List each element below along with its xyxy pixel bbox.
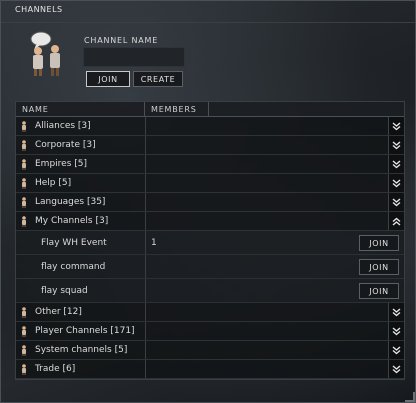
channel-group-row[interactable]: Alliances [3] — [16, 117, 404, 136]
expand-chevron-icon[interactable] — [388, 341, 404, 359]
person-icon — [21, 363, 27, 375]
column-divider — [145, 303, 146, 321]
channel-group-row[interactable]: Other [12] — [16, 303, 404, 322]
channel-name: flay squad — [41, 285, 88, 296]
channel-name: flay command — [41, 261, 106, 272]
column-divider — [145, 322, 146, 340]
channel-group-label: Trade [6] — [35, 364, 76, 374]
expand-chevron-icon[interactable] — [388, 117, 404, 135]
channel-table: NAME MEMBERS Alliances [3] Corporate [3] E… — [15, 101, 405, 380]
column-divider — [145, 341, 146, 359]
channel-group-row[interactable]: Languages [35] — [16, 193, 404, 212]
channel-group-label: Other [12] — [35, 307, 82, 317]
channel-join-button[interactable]: JOIN — [359, 259, 399, 275]
column-divider — [145, 136, 146, 154]
channel-group-label: Player Channels [171] — [35, 326, 135, 336]
channel-name: Flay WH Event — [41, 237, 107, 248]
channel-group-row[interactable]: Help [5] — [16, 174, 404, 193]
channel-group-label: My Channels [3] — [35, 216, 109, 226]
column-divider — [145, 255, 146, 278]
expand-chevron-icon[interactable] — [388, 360, 404, 378]
person-icon — [21, 196, 27, 208]
channel-header: CHANNEL NAME JOIN CREATE — [1, 1, 415, 87]
expand-chevron-icon[interactable] — [388, 322, 404, 340]
channel-group-row[interactable]: Player Channels [171] — [16, 322, 404, 341]
column-header-name[interactable]: NAME — [16, 102, 145, 116]
resize-handle[interactable] — [405, 392, 415, 402]
channel-row[interactable]: flay squad JOIN — [16, 279, 404, 303]
channel-group-row[interactable]: My Channels [3] — [16, 212, 404, 231]
table-header: NAME MEMBERS — [16, 102, 404, 117]
expand-chevron-icon[interactable] — [388, 136, 404, 154]
channel-row[interactable]: flay command JOIN — [16, 255, 404, 279]
person-icon — [21, 120, 27, 132]
channel-join-button[interactable]: JOIN — [359, 283, 399, 299]
column-divider — [145, 360, 146, 378]
person-icon — [21, 177, 27, 189]
channel-join-button[interactable]: JOIN — [359, 235, 399, 251]
expand-chevron-icon[interactable] — [388, 193, 404, 211]
channel-group-label: System channels [5] — [35, 345, 128, 355]
person-icon — [21, 139, 27, 151]
channel-group-label: Help [5] — [35, 178, 72, 188]
channels-window: CHANNELS CHANNEL NAME JOIN CREATE NAME M… — [0, 0, 416, 403]
channel-name-label: CHANNEL NAME — [84, 36, 159, 45]
person-icon — [21, 306, 27, 318]
channel-group-label: Corporate [3] — [35, 140, 96, 150]
collapse-chevron-icon[interactable] — [388, 212, 404, 230]
column-divider — [145, 155, 146, 173]
channel-group-row[interactable]: Trade [6] — [16, 360, 404, 379]
person-icon — [21, 344, 27, 356]
expand-chevron-icon[interactable] — [388, 174, 404, 192]
join-button[interactable]: JOIN — [86, 71, 130, 87]
expand-chevron-icon[interactable] — [388, 303, 404, 321]
column-divider — [145, 193, 146, 211]
person-icon — [21, 215, 27, 227]
column-divider — [145, 279, 146, 302]
column-divider — [145, 212, 146, 230]
channel-group-row[interactable]: System channels [5] — [16, 341, 404, 360]
column-divider — [145, 174, 146, 192]
column-divider — [145, 117, 146, 135]
create-button[interactable]: CREATE — [133, 71, 183, 87]
channel-group-label: Alliances [3] — [35, 121, 91, 131]
channel-group-label: Empires [5] — [35, 159, 88, 169]
channel-members-count: 1 — [151, 237, 157, 248]
column-divider — [145, 231, 146, 254]
channel-group-row[interactable]: Corporate [3] — [16, 136, 404, 155]
column-header-members[interactable]: MEMBERS — [145, 102, 209, 116]
channel-row[interactable]: Flay WH Event 1 JOIN — [16, 231, 404, 255]
channel-people-icon — [26, 29, 76, 77]
person-icon — [21, 158, 27, 170]
channel-group-row[interactable]: Empires [5] — [16, 155, 404, 174]
channel-list: Alliances [3] Corporate [3] Empires [5] Hel… — [16, 117, 404, 379]
expand-chevron-icon[interactable] — [388, 155, 404, 173]
channel-group-label: Languages [35] — [35, 197, 106, 207]
channel-name-input[interactable] — [83, 47, 185, 67]
person-icon — [21, 325, 27, 337]
